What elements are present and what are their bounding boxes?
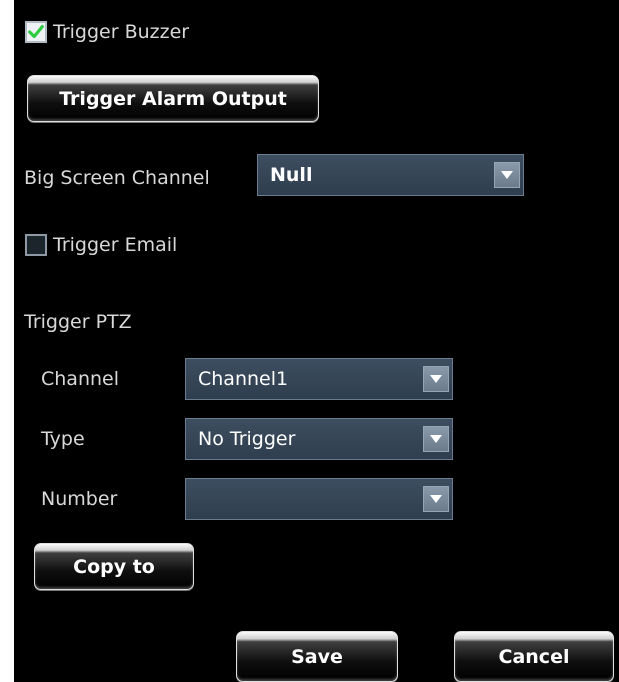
chevron-down-icon[interactable] [423,366,449,392]
copy-to-button[interactable]: Copy to [34,543,194,590]
chevron-down-icon[interactable] [494,162,520,188]
ptz-channel-value: Channel1 [198,368,289,390]
trigger-alarm-output-button[interactable]: Trigger Alarm Output [27,75,319,122]
ptz-channel-dropdown[interactable]: Channel1 [185,358,453,400]
chevron-down-icon[interactable] [423,426,449,452]
save-button[interactable]: Save [236,631,398,682]
trigger-email-label: Trigger Email [53,234,178,256]
cancel-button[interactable]: Cancel [454,631,614,682]
chevron-down-icon[interactable] [423,486,449,512]
big-screen-channel-label: Big Screen Channel [24,167,210,189]
checkmark-icon [28,25,44,39]
trigger-buzzer-checkbox[interactable] [25,21,47,43]
trigger-email-checkbox[interactable] [25,234,47,256]
big-screen-channel-value: Null [270,164,313,186]
ptz-type-dropdown[interactable]: No Trigger [185,418,453,460]
trigger-buzzer-label: Trigger Buzzer [53,21,190,43]
trigger-buzzer-row[interactable]: Trigger Buzzer [25,20,189,44]
ptz-type-label: Type [41,428,85,450]
ptz-channel-label: Channel [41,368,120,390]
trigger-email-row[interactable]: Trigger Email [25,233,177,257]
trigger-ptz-label: Trigger PTZ [24,311,132,333]
ptz-type-value: No Trigger [198,428,296,450]
ptz-number-dropdown[interactable] [185,478,453,520]
alarm-settings-panel: Trigger Buzzer Trigger Alarm Output Big … [14,0,619,682]
big-screen-channel-dropdown[interactable]: Null [257,154,524,196]
ptz-number-label: Number [41,488,118,510]
